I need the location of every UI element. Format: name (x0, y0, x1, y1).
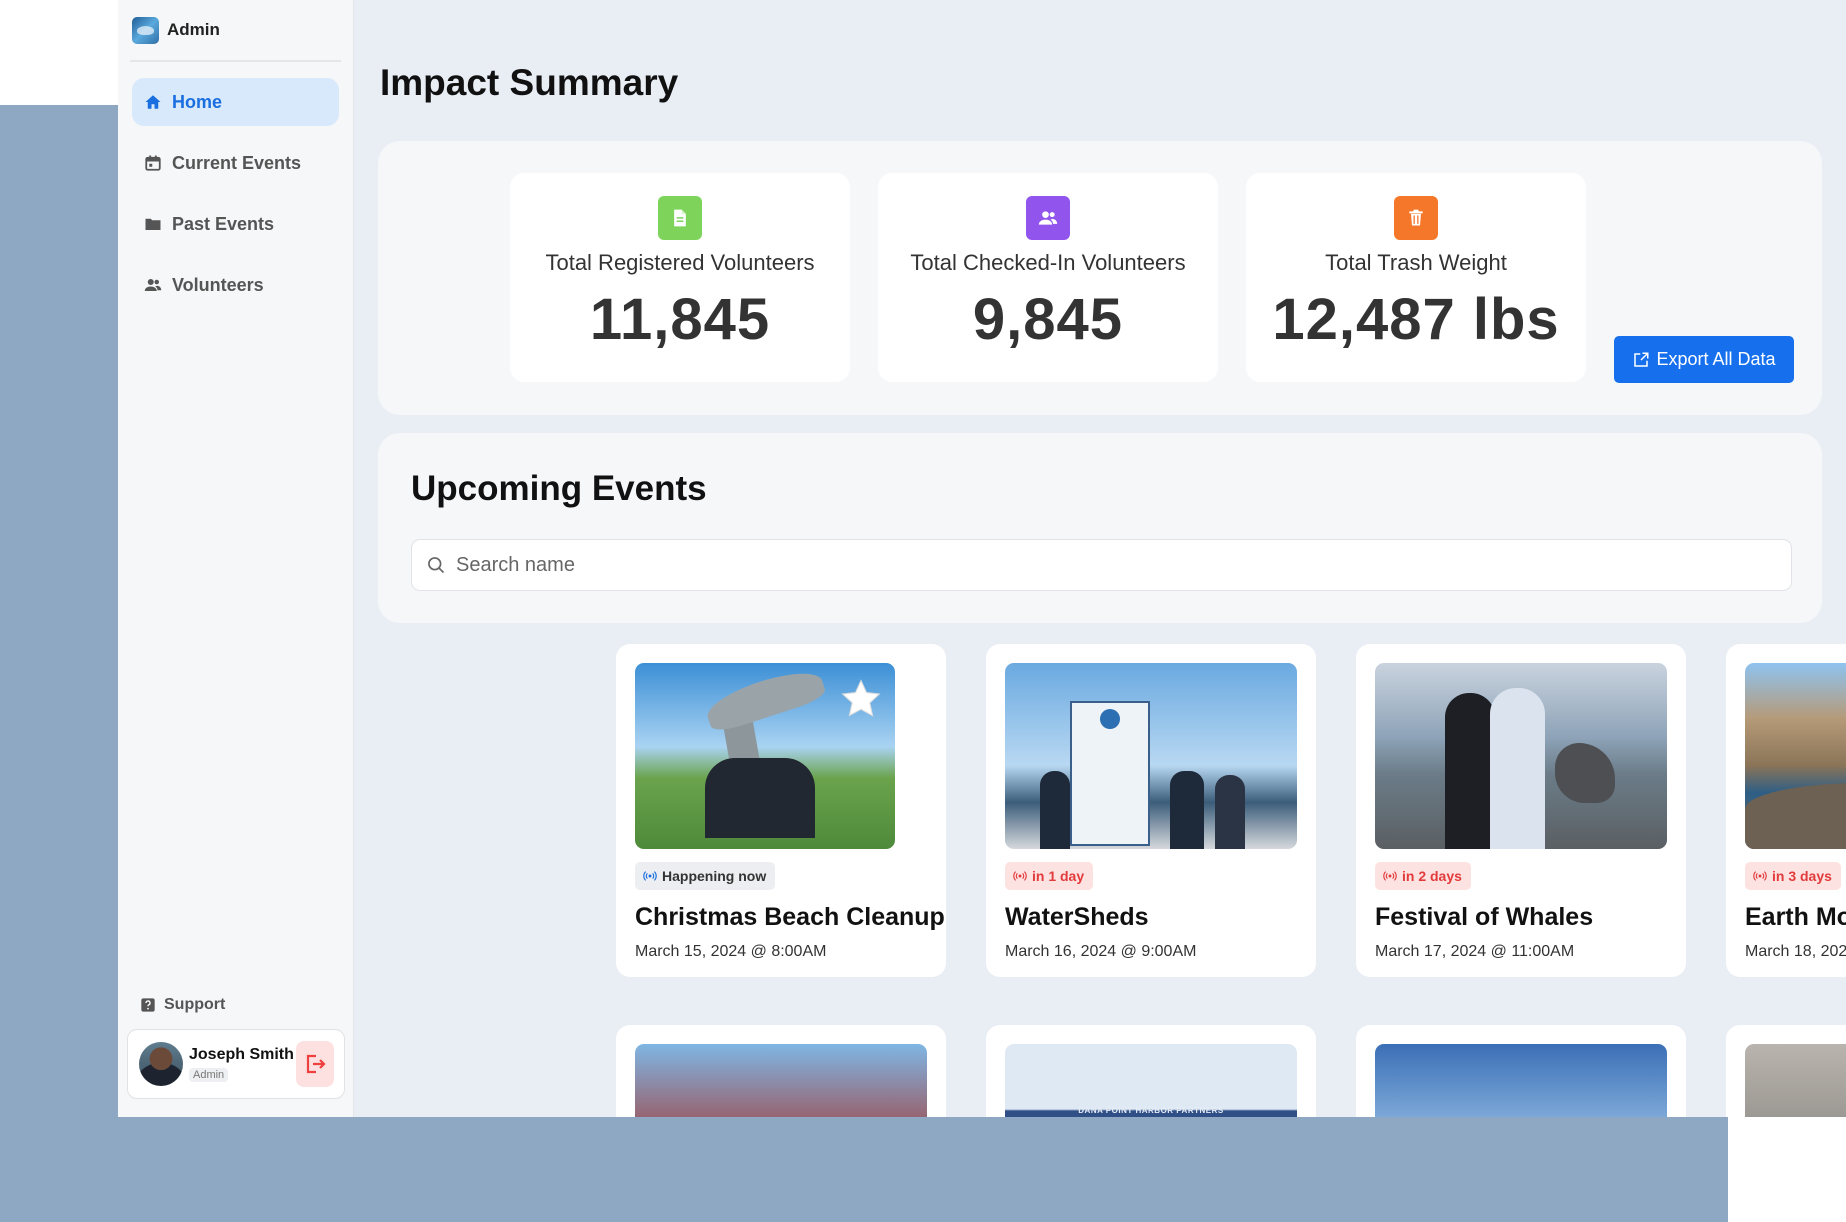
stat-label: Total Trash Weight (1325, 250, 1507, 275)
event-photo (1375, 663, 1667, 849)
backdrop-left (0, 105, 118, 1222)
sidebar-item-past-events[interactable]: Past Events (132, 200, 339, 248)
status-badge: Happening now (635, 862, 776, 890)
event-photo (1005, 663, 1297, 849)
event-photo: DANA POINT HARBOR PARTNERS (1005, 1044, 1297, 1117)
event-title: Earth Month (1745, 903, 1846, 931)
avatar (139, 1042, 183, 1086)
main-content: Impact Summary Total Registered Voluntee… (354, 0, 1846, 1117)
event-title: Festival of Whales (1375, 903, 1594, 931)
user-meta: Joseph Smith Admin (189, 1046, 294, 1083)
organization-logo (132, 16, 159, 44)
sidebar-nav: Home Current Events Past Events Voluntee… (118, 78, 353, 309)
support-link[interactable]: Support (140, 996, 225, 1014)
search-bar (411, 539, 1792, 591)
stat-icon-box (658, 196, 702, 240)
trash-icon (1409, 209, 1423, 226)
stat-value: 9,845 (972, 287, 1124, 352)
status-badge-label: in 3 days (1772, 868, 1832, 884)
event-card-festival-of-whales[interactable]: in 2 days Festival of Whales March 17, 2… (1356, 644, 1686, 977)
section-title: Upcoming Events (411, 469, 707, 508)
stat-label: Total Registered Volunteers (545, 250, 815, 275)
backdrop-bottom (0, 1117, 1728, 1222)
status-badge: in 1 day (1005, 862, 1094, 890)
brand-title: Admin (167, 20, 220, 39)
support-label: Support (164, 996, 226, 1013)
event-photo (1745, 663, 1846, 849)
live-broadcast-icon (1013, 871, 1027, 881)
sidebar-item-label: Current Events (172, 152, 302, 173)
sidebar-item-current-events[interactable]: Current Events (132, 139, 339, 187)
logout-icon (306, 1054, 326, 1074)
stat-card-registered: Total Registered Volunteers 11,845 (510, 173, 850, 382)
event-card-christmas-beach-cleanup[interactable]: Happening now Christmas Beach Cleanup Ma… (616, 644, 946, 977)
status-badge-label: Happening now (662, 868, 767, 884)
user-profile-card: Joseph Smith Admin (127, 1029, 345, 1099)
status-badge: in 2 days (1375, 862, 1471, 890)
stat-card-trash-weight: Total Trash Weight 12,487 lbs (1246, 173, 1586, 382)
live-broadcast-icon (643, 871, 657, 881)
stat-label: Total Checked-In Volunteers (910, 250, 1186, 275)
sidebar-item-home[interactable]: Home (132, 78, 339, 126)
people-icon (1038, 211, 1058, 225)
logout-button[interactable] (296, 1041, 334, 1087)
status-badge-label: in 2 days (1402, 868, 1462, 884)
external-link-icon (1634, 352, 1649, 367)
event-date: March 18, 2024 @ 9:30AM (1745, 943, 1846, 960)
stat-icon-box (1026, 196, 1070, 240)
event-photo (1375, 1044, 1667, 1117)
event-card[interactable] (1356, 1025, 1686, 1117)
event-card[interactable] (1726, 1025, 1846, 1117)
event-card[interactable] (616, 1025, 946, 1117)
event-title: Christmas Beach Cleanup (635, 903, 945, 931)
event-date: March 15, 2024 @ 8:00AM (635, 943, 827, 960)
event-photo (635, 663, 895, 849)
impact-summary-panel: Total Registered Volunteers 11,845 Total… (378, 141, 1822, 415)
sidebar-item-label: Volunteers (172, 274, 264, 295)
star-icon[interactable] (839, 677, 883, 721)
sidebar-item-label: Home (172, 91, 223, 112)
live-broadcast-icon (1753, 871, 1767, 881)
folder-icon (145, 218, 161, 230)
document-icon (674, 209, 686, 227)
user-name: Joseph Smith (189, 1045, 294, 1063)
event-photo (1745, 1044, 1846, 1117)
stat-icon-box (1394, 196, 1438, 240)
event-banner-text: DANA POINT HARBOR PARTNERS (1078, 1106, 1224, 1115)
home-icon (145, 95, 161, 109)
event-card-watersheds[interactable]: in 1 day WaterSheds March 16, 2024 @ 9:0… (986, 644, 1316, 977)
sidebar-item-volunteers[interactable]: Volunteers (132, 261, 339, 309)
page-title: Impact Summary (380, 62, 679, 103)
search-input[interactable] (456, 553, 1756, 577)
stat-card-checked-in: Total Checked-In Volunteers 9,845 (878, 173, 1218, 382)
event-photo (635, 1044, 927, 1117)
live-broadcast-icon (1383, 871, 1397, 881)
event-date: March 16, 2024 @ 9:00AM (1005, 943, 1197, 960)
people-icon (144, 279, 162, 291)
export-label: Export All Data (1656, 349, 1776, 369)
stat-value: 11,845 (589, 287, 771, 352)
stat-value: 12,487 lbs (1272, 287, 1560, 352)
event-card[interactable]: DANA POINT HARBOR PARTNERS (986, 1025, 1316, 1117)
sidebar: Admin Home Current Events Past Events Vo… (118, 0, 354, 1117)
event-title: WaterSheds (1005, 903, 1149, 931)
event-card-earth-month[interactable]: in 3 days Earth Month March 18, 2024 @ 9… (1726, 644, 1846, 977)
upcoming-events-panel: Upcoming Events (378, 433, 1822, 623)
user-role-badge: Admin (189, 1067, 229, 1082)
status-badge: in 3 days (1745, 862, 1841, 890)
export-all-data-button[interactable]: Export All Data (1614, 336, 1794, 383)
sidebar-item-label: Past Events (172, 213, 275, 234)
calendar-icon (145, 155, 161, 171)
admin-app-window: Admin Home Current Events Past Events Vo… (118, 0, 1846, 1117)
search-icon (428, 557, 445, 574)
brand-header[interactable]: Admin (130, 0, 341, 62)
status-badge-label: in 1 day (1032, 868, 1085, 884)
event-date: March 17, 2024 @ 11:00AM (1375, 943, 1575, 960)
help-icon (141, 998, 155, 1012)
